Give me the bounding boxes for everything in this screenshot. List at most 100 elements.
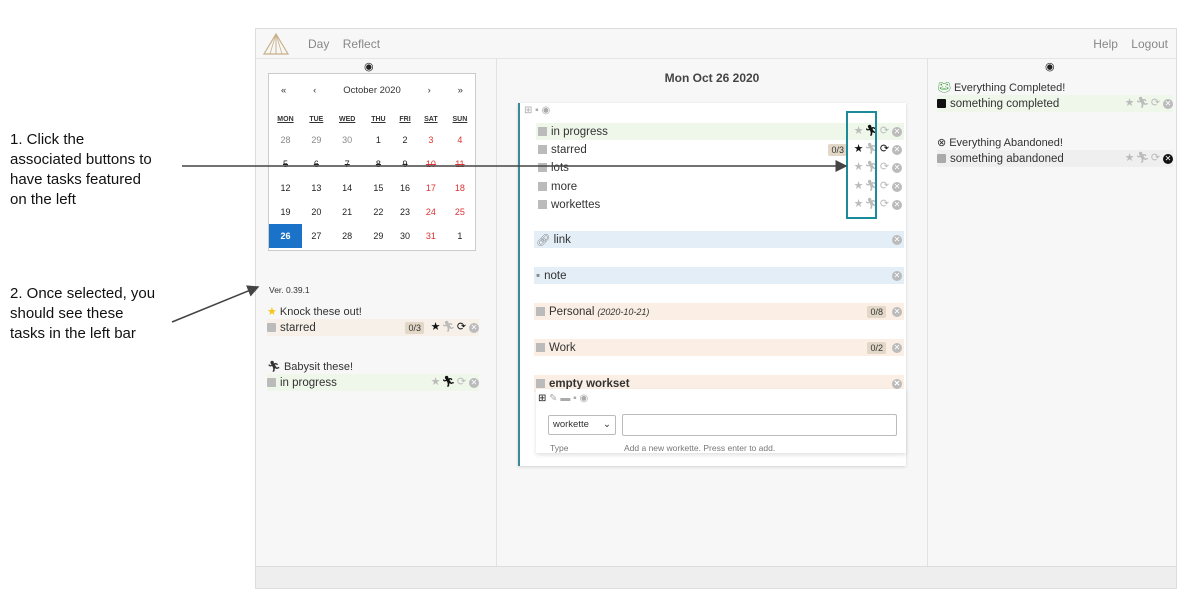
star-icon[interactable]: ★ (1124, 153, 1135, 164)
eye-icon[interactable]: ◉ (1045, 60, 1055, 73)
refresh-icon[interactable]: ⟳ (456, 377, 467, 388)
calendar-prev-month[interactable]: ‹ (313, 85, 316, 96)
calendar-day[interactable]: 20 (302, 200, 331, 224)
calendar-next-year[interactable]: » (458, 85, 463, 96)
calendar-day[interactable]: 1 (364, 128, 393, 152)
calendar-day[interactable]: 14 (331, 176, 364, 200)
calendar-day[interactable]: 3 (417, 128, 445, 152)
checkbox-icon[interactable] (538, 127, 547, 136)
checkbox-icon[interactable] (538, 145, 547, 154)
folder-icon[interactable]: ▬ (560, 393, 570, 404)
calendar-day[interactable]: 30 (393, 224, 417, 248)
refresh-icon[interactable]: ⟳ (1150, 98, 1161, 109)
calendar-day[interactable]: 29 (364, 224, 393, 248)
calendar-day[interactable]: 31 (417, 224, 445, 248)
add-icon[interactable]: ⊞ (524, 105, 532, 116)
calendar-day[interactable]: 24 (417, 200, 445, 224)
calendar-day[interactable]: 4 (445, 128, 475, 152)
star-icon[interactable]: ★ (430, 322, 441, 333)
calendar-next-month[interactable]: › (428, 85, 431, 96)
calendar-prev-year[interactable]: « (281, 85, 286, 96)
calendar-day[interactable]: 29 (302, 128, 331, 152)
calendar-day[interactable]: 18 (445, 176, 475, 200)
checkbox-icon[interactable] (536, 343, 545, 352)
note-row[interactable]: ▪ note ✕ (534, 267, 904, 284)
runner-icon[interactable]: 🏃︎ (442, 322, 456, 333)
left-starred-task[interactable]: starred 0/3 ★ 🏃︎ ⟳ ✕ (267, 319, 479, 336)
checkbox-icon[interactable] (267, 323, 276, 332)
close-icon[interactable]: ✕ (469, 377, 479, 388)
checkbox-icon[interactable] (538, 182, 547, 191)
runner-icon[interactable]: 🏃︎ (1136, 153, 1150, 164)
calendar-day[interactable]: 16 (393, 176, 417, 200)
refresh-icon[interactable]: ⟳ (456, 322, 467, 333)
nav-help[interactable]: Help (1093, 37, 1118, 51)
checkbox-checked-icon[interactable] (937, 99, 946, 108)
edit-icon[interactable]: ✎ (549, 393, 557, 404)
checkbox-icon[interactable] (536, 307, 545, 316)
refresh-icon[interactable]: ⟳ (879, 126, 890, 137)
calendar-day[interactable]: 11 (445, 152, 475, 176)
note-icon[interactable]: ▪ (573, 393, 577, 404)
close-icon[interactable]: ✕ (1163, 98, 1173, 109)
workette-input[interactable] (622, 414, 897, 436)
calendar-day[interactable]: 15 (364, 176, 393, 200)
calendar-day[interactable]: 1 (445, 224, 475, 248)
calendar-day[interactable]: 9 (393, 152, 417, 176)
nav-reflect[interactable]: Reflect (343, 37, 380, 51)
calendar-day[interactable]: 10 (417, 152, 445, 176)
completed-task[interactable]: something completed ★ 🏃︎ ⟳ ✕ (937, 95, 1173, 112)
close-icon[interactable]: ✕ (1163, 153, 1173, 164)
calendar-day[interactable]: 28 (331, 224, 364, 248)
calendar-day[interactable]: 6 (302, 152, 331, 176)
checkbox-icon[interactable] (538, 200, 547, 209)
runner-icon[interactable]: 🏃︎ (442, 377, 456, 388)
calendar-day[interactable]: 7 (331, 152, 364, 176)
checkbox-icon[interactable] (267, 378, 276, 387)
workset-work[interactable]: Work 0/2 ✕ (534, 339, 904, 356)
type-select[interactable]: workette ⌄ (548, 415, 616, 435)
checkbox-icon[interactable] (937, 154, 946, 163)
close-icon[interactable]: ✕ (892, 162, 902, 173)
calendar-day[interactable]: 30 (331, 128, 364, 152)
calendar-day[interactable]: 12 (269, 176, 302, 200)
close-icon[interactable]: ✕ (892, 126, 902, 137)
close-icon[interactable]: ✕ (892, 270, 902, 281)
note-icon[interactable]: ▪ (535, 105, 539, 116)
close-icon[interactable]: ✕ (892, 306, 902, 317)
close-icon[interactable]: ✕ (892, 342, 902, 353)
refresh-icon[interactable]: ⟳ (879, 181, 890, 192)
calendar-day[interactable]: 28 (269, 128, 302, 152)
workset-personal[interactable]: Personal (2020-10-21) 0/8 ✕ (534, 303, 904, 320)
nav-logout[interactable]: Logout (1131, 37, 1168, 51)
close-icon[interactable]: ✕ (469, 322, 479, 333)
calendar-day[interactable]: 8 (364, 152, 393, 176)
close-icon[interactable]: ✕ (892, 234, 902, 245)
eye-icon[interactable]: ◉ (542, 105, 551, 116)
runner-icon[interactable]: 🏃︎ (1136, 98, 1150, 109)
checkbox-icon[interactable] (536, 379, 545, 388)
calendar-day[interactable]: 27 (302, 224, 331, 248)
left-babysit-task[interactable]: in progress ★ 🏃︎ ⟳ ✕ (267, 374, 479, 391)
add-icon[interactable]: ⊞ (538, 393, 546, 404)
abandoned-task[interactable]: something abandoned ★ 🏃︎ ⟳ ✕ (937, 150, 1173, 167)
calendar-day[interactable]: 22 (364, 200, 393, 224)
refresh-icon[interactable]: ⟳ (879, 144, 890, 155)
close-icon[interactable]: ✕ (892, 181, 902, 192)
calendar-day[interactable]: 5 (269, 152, 302, 176)
calendar-day-selected[interactable]: 26 (269, 224, 302, 248)
nav-day[interactable]: Day (308, 37, 329, 51)
refresh-icon[interactable]: ⟳ (879, 162, 890, 173)
close-icon[interactable]: ✕ (892, 144, 902, 155)
close-icon[interactable]: ✕ (892, 378, 902, 389)
checkbox-icon[interactable] (538, 163, 547, 172)
star-icon[interactable]: ★ (430, 377, 441, 388)
close-icon[interactable]: ✕ (892, 199, 902, 210)
link-row[interactable]: 🔗︎ link ✕ (534, 231, 904, 248)
calendar-day[interactable]: 23 (393, 200, 417, 224)
eye-icon[interactable]: ◉ (364, 60, 374, 73)
calendar-day[interactable]: 17 (417, 176, 445, 200)
calendar-day[interactable]: 25 (445, 200, 475, 224)
star-icon[interactable]: ★ (1124, 98, 1135, 109)
calendar-day[interactable]: 19 (269, 200, 302, 224)
